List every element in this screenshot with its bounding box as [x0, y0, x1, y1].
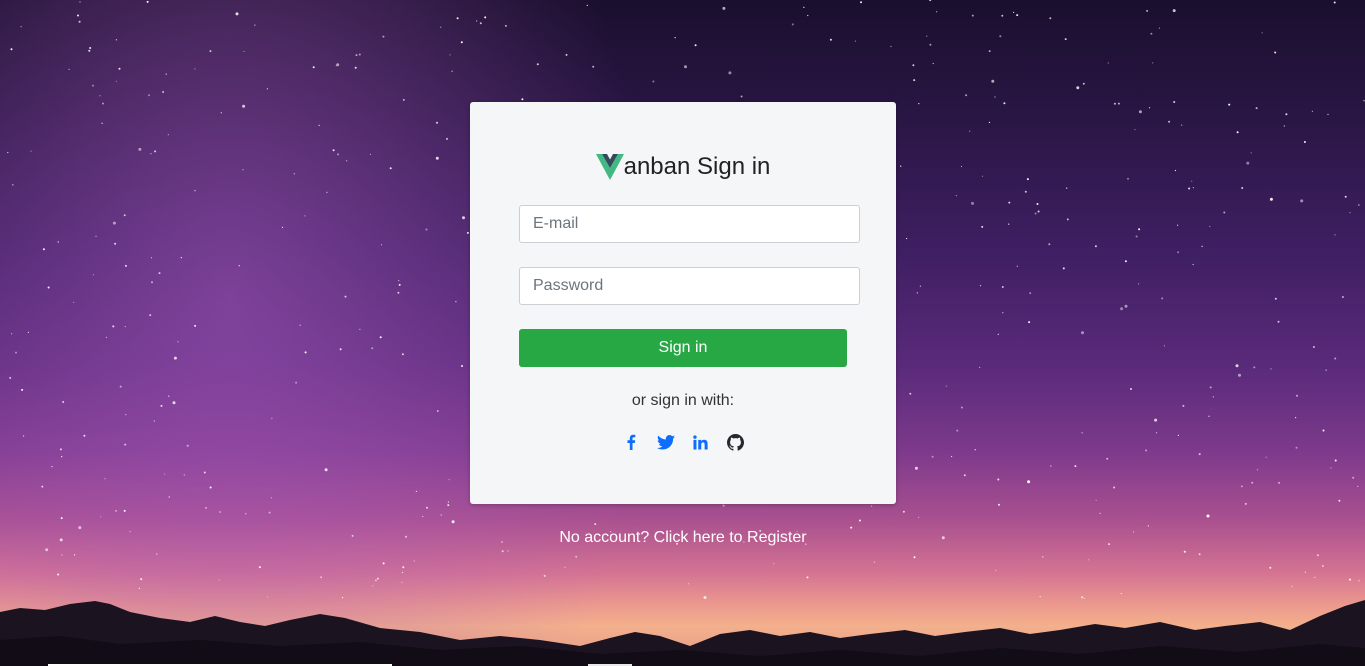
alt-sign-in-label: or sign in with:: [631, 392, 735, 409]
twitter-icon[interactable]: [656, 433, 675, 451]
sign-in-header: anban Sign in: [470, 150, 896, 184]
login-page: anban Sign in Sign in or sign in with:: [0, 0, 1365, 666]
register-link[interactable]: No account? Click here to Register: [470, 529, 896, 547]
password-field[interactable]: [519, 267, 860, 305]
github-icon[interactable]: [727, 433, 745, 451]
linkedin-icon[interactable]: [692, 433, 710, 451]
sign-in-button[interactable]: Sign in: [519, 329, 847, 367]
email-field[interactable]: [519, 205, 860, 243]
sign-in-card: anban Sign in Sign in or sign in with:: [470, 102, 896, 504]
page-title: anban Sign in: [623, 153, 771, 180]
vue-logo-icon: [595, 154, 624, 180]
social-sign-in-links: [470, 432, 896, 452]
facebook-icon[interactable]: [622, 433, 640, 451]
